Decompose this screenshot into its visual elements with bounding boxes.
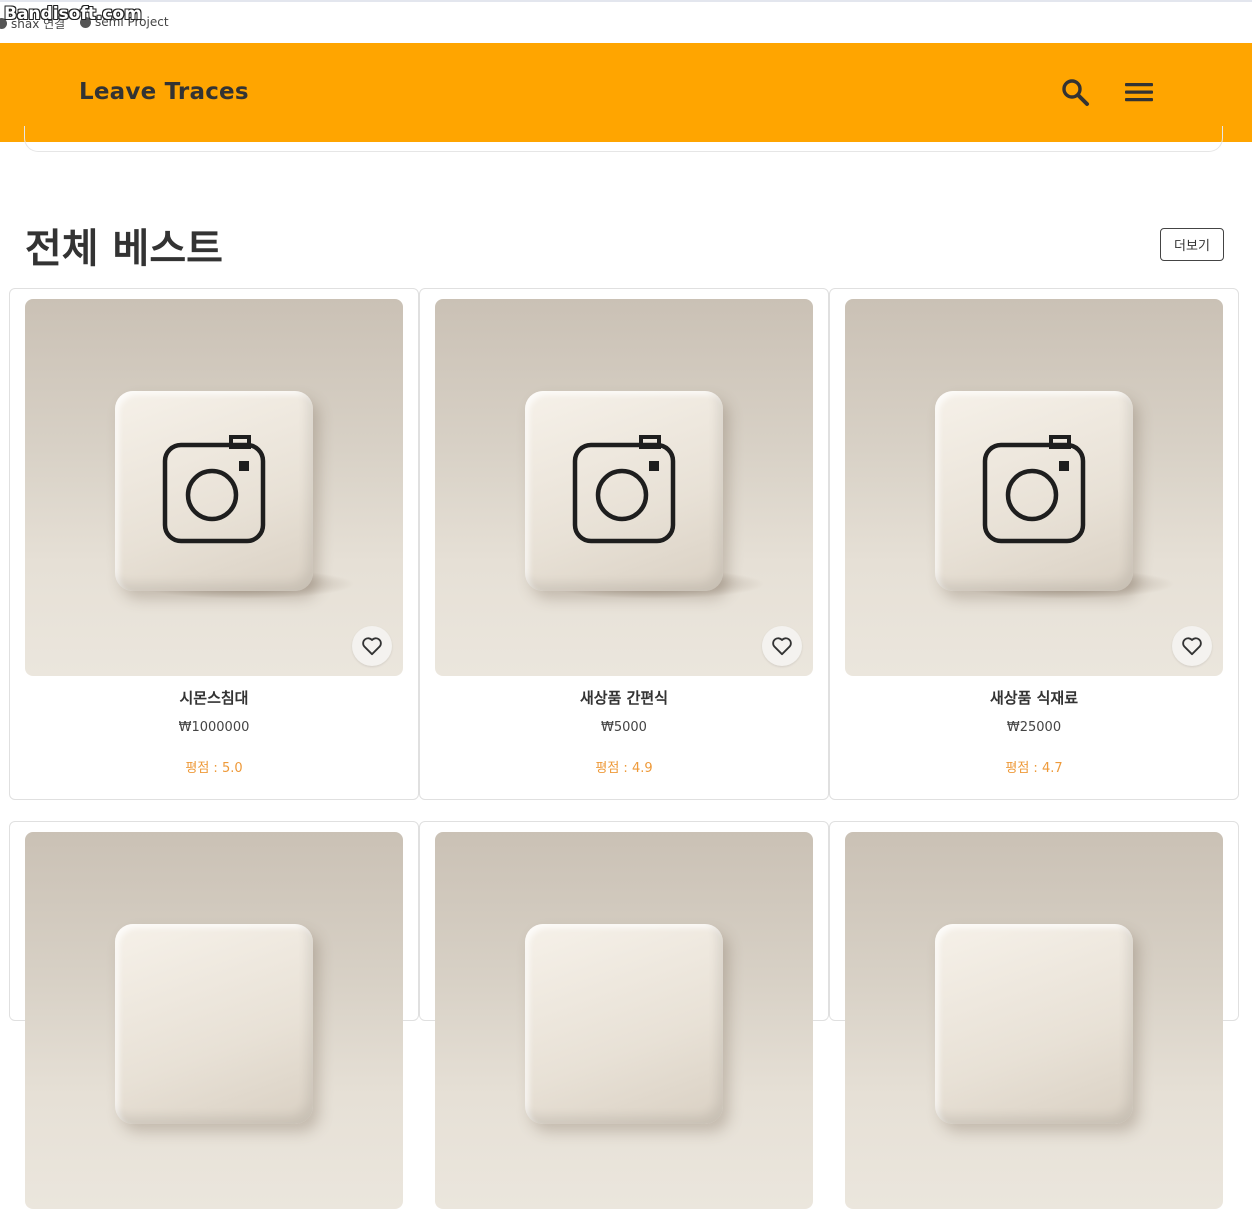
product-name[interactable]: 시몬스침대 bbox=[10, 687, 418, 708]
heart-icon[interactable] bbox=[352, 626, 392, 666]
product-image[interactable] bbox=[25, 299, 403, 676]
heart-icon[interactable] bbox=[762, 626, 802, 666]
search-icon[interactable] bbox=[1058, 75, 1092, 109]
product-image[interactable] bbox=[25, 832, 403, 1209]
product-price: ₩25000 bbox=[1006, 720, 1062, 735]
product-name[interactable]: 새상품 간편식 bbox=[420, 687, 828, 708]
camera-icon bbox=[162, 435, 266, 544]
product-price: ₩5000 bbox=[601, 720, 647, 735]
product-image[interactable] bbox=[435, 832, 813, 1209]
menu-icon[interactable] bbox=[1122, 75, 1156, 109]
product-rating: 평점 : 4.7 bbox=[1005, 761, 1063, 776]
product-image[interactable] bbox=[845, 832, 1223, 1209]
product-image[interactable] bbox=[435, 299, 813, 676]
product-rating: 평점 : 5.0 bbox=[185, 761, 243, 776]
camera-icon bbox=[572, 435, 676, 544]
camera-icon bbox=[982, 435, 1086, 544]
heart-icon[interactable] bbox=[1172, 626, 1212, 666]
product-card[interactable]: 시몬스침대 ₩1000000 평점 : 5.0 bbox=[9, 288, 419, 800]
section-title: 전체 베스트 bbox=[25, 226, 223, 272]
watermark: Bandisoft.com bbox=[4, 4, 142, 24]
product-card[interactable]: 새상품 간편식 ₩5000 평점 : 4.9 bbox=[419, 288, 829, 800]
bookmark-bar: Bandisoft.com shax 연결 semi Project bbox=[0, 0, 1252, 43]
search-panel-edge bbox=[24, 126, 1223, 152]
product-card[interactable] bbox=[419, 821, 829, 1209]
product-name[interactable]: 새상품 식재료 bbox=[830, 687, 1238, 708]
product-rating: 평점 : 4.9 bbox=[595, 761, 653, 776]
product-card[interactable] bbox=[829, 821, 1239, 1209]
site-logo[interactable]: Leave Traces bbox=[79, 79, 249, 105]
product-image[interactable] bbox=[845, 299, 1223, 676]
product-card[interactable]: 새상품 식재료 ₩25000 평점 : 4.7 bbox=[829, 288, 1239, 800]
product-price: ₩1000000 bbox=[178, 720, 250, 735]
more-button[interactable]: 더보기 bbox=[1160, 228, 1224, 261]
product-card[interactable] bbox=[9, 821, 419, 1209]
